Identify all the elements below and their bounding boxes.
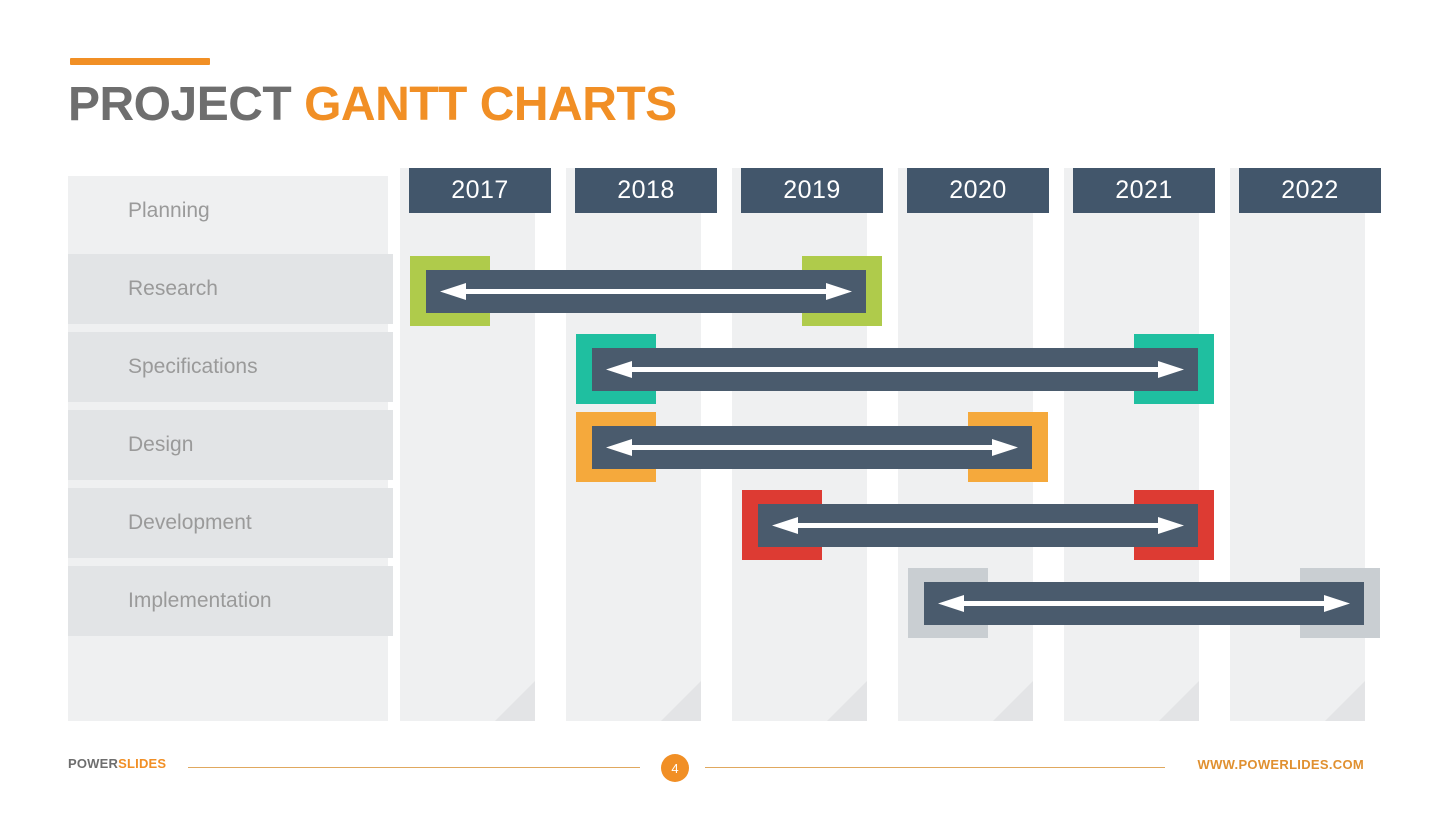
gantt-bar-development[interactable] xyxy=(742,490,1214,560)
task-row[interactable]: Research xyxy=(68,254,393,324)
task-row-label: Research xyxy=(128,277,218,300)
task-row[interactable]: Development xyxy=(68,488,393,558)
double-arrow-icon xyxy=(938,595,1350,612)
double-arrow-icon xyxy=(606,361,1184,378)
page-title: PROJECT GANTT CHARTS xyxy=(68,76,677,134)
task-row[interactable]: Specifications xyxy=(68,332,393,402)
title-accent-bar xyxy=(70,58,210,65)
task-row-label: Specifications xyxy=(128,355,258,378)
page-fold-corner-icon xyxy=(661,681,701,721)
gantt-bar-specifications[interactable] xyxy=(576,334,1214,404)
task-row[interactable]: Design xyxy=(68,410,393,480)
year-column xyxy=(400,168,535,721)
page-fold-corner-icon xyxy=(827,681,867,721)
footer: POWERSLIDES 4 WWW.POWERLIDES.COM xyxy=(0,748,1452,798)
page-fold-corner-icon xyxy=(1325,681,1365,721)
page-fold-corner-icon xyxy=(495,681,535,721)
year-column xyxy=(1064,168,1199,721)
task-row-label: Planning xyxy=(128,199,210,222)
task-row-label: Design xyxy=(128,433,194,456)
task-row-label: Development xyxy=(128,511,252,534)
double-arrow-icon xyxy=(606,439,1018,456)
year-header-2020[interactable]: 2020 xyxy=(907,168,1049,213)
task-row[interactable]: Implementation xyxy=(68,566,393,636)
gantt-bar-implementation[interactable] xyxy=(908,568,1380,638)
double-arrow-icon xyxy=(772,517,1184,534)
page-title-primary: PROJECT xyxy=(68,78,292,131)
footer-url: WWW.POWERLIDES.COM xyxy=(1197,757,1364,772)
task-row-label: Implementation xyxy=(128,589,272,612)
year-header-2017[interactable]: 2017 xyxy=(409,168,551,213)
gantt-bar-design[interactable] xyxy=(576,412,1048,482)
gantt-chart: PROJECT GANTT CHARTS Planning Research Spe… xyxy=(0,0,1452,814)
gantt-bar-research[interactable] xyxy=(410,256,882,326)
double-arrow-icon xyxy=(440,283,852,300)
page-fold-corner-icon xyxy=(1159,681,1199,721)
brand-primary: POWER xyxy=(68,756,119,771)
page-fold-corner-icon xyxy=(993,681,1033,721)
year-column xyxy=(1230,168,1365,721)
brand-logo: POWERSLIDES xyxy=(68,756,166,771)
task-row[interactable]: Planning xyxy=(68,176,388,246)
year-header-2018[interactable]: 2018 xyxy=(575,168,717,213)
year-header-2021[interactable]: 2021 xyxy=(1073,168,1215,213)
footer-rule-left xyxy=(188,767,640,768)
page-number-badge: 4 xyxy=(661,754,689,782)
page-title-accent: GANTT CHARTS xyxy=(304,78,677,131)
brand-accent: SLIDES xyxy=(118,756,167,771)
footer-rule-right xyxy=(705,767,1165,768)
year-header-2022[interactable]: 2022 xyxy=(1239,168,1381,213)
year-header-2019[interactable]: 2019 xyxy=(741,168,883,213)
